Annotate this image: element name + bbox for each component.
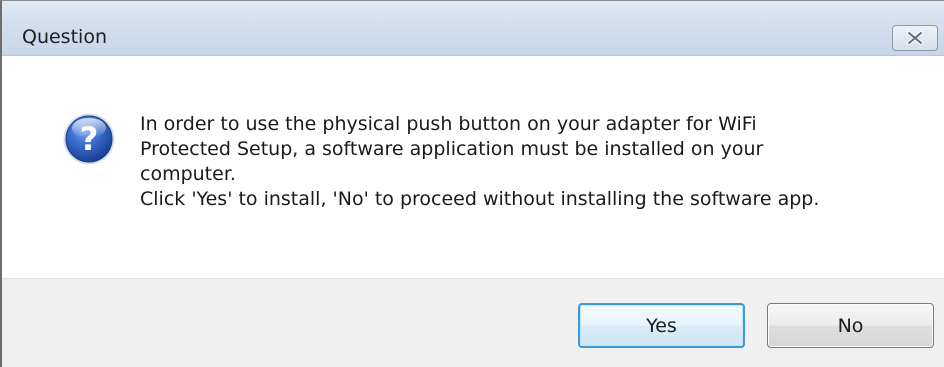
no-button[interactable]: No <box>767 303 934 348</box>
message-line: Protected Setup, a software application … <box>140 138 764 160</box>
message-line: In order to use the physical push button… <box>140 113 757 135</box>
svg-text:?: ? <box>80 120 99 158</box>
message-line: computer. <box>140 163 236 185</box>
close-x-icon <box>906 31 924 45</box>
yes-button[interactable]: Yes <box>578 303 745 348</box>
button-bar: Yes No <box>2 278 944 367</box>
message-line: Click 'Yes' to install, 'No' to proceed … <box>140 188 820 210</box>
title-bar[interactable]: Question <box>2 1 944 56</box>
question-mark-icon: ? <box>62 112 116 166</box>
dialog-title: Question <box>22 26 107 48</box>
question-dialog: Question ? In order to use the physical … <box>0 0 944 367</box>
message-text: In order to use the physical push button… <box>140 112 920 212</box>
close-button[interactable] <box>892 25 938 51</box>
